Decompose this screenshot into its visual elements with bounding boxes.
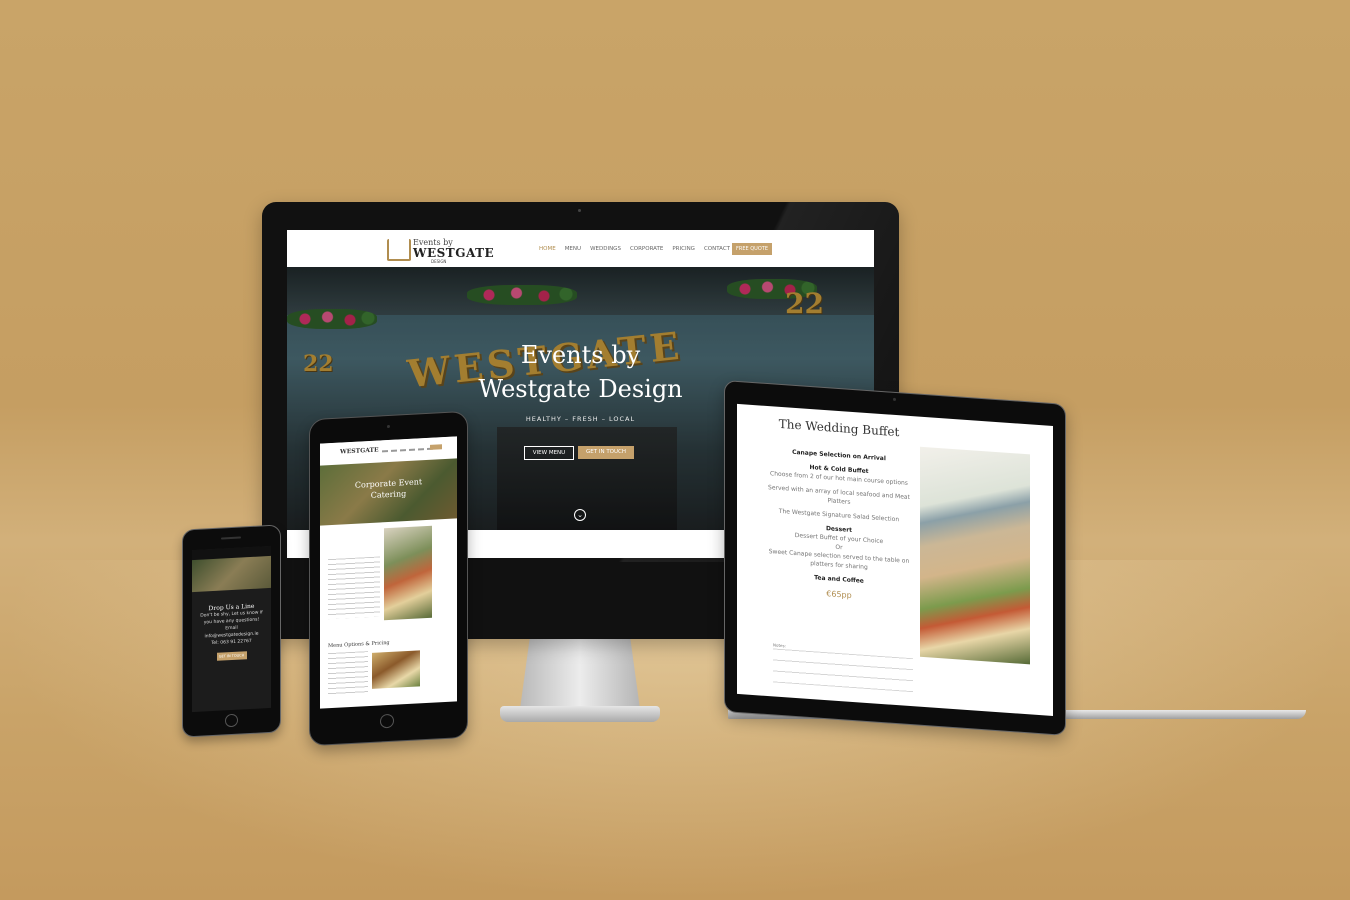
phone-device: Drop Us a Line Don't be shy, Let us know… (182, 524, 281, 738)
nav-pricing[interactable]: PRICING (672, 246, 695, 252)
get-in-touch-button[interactable]: GET IN TOUCH (578, 446, 634, 459)
home-button[interactable] (225, 713, 238, 728)
main-nav: HOME MENU WEDDINGS CORPORATE PRICING CON… (539, 246, 730, 252)
castle-logo-icon (387, 239, 411, 261)
tablet-logo[interactable]: WESTGATE (340, 447, 379, 456)
monitor-stand-base (500, 706, 660, 722)
logo-line3: DESIGN (431, 259, 447, 264)
tablet-device: WESTGATE Corporate Event Catering Menu O… (309, 410, 468, 747)
camera (893, 397, 896, 402)
scroll-down-icon[interactable]: ⌄ (574, 509, 586, 521)
notes-label: Notes: (773, 642, 786, 649)
tablet-hero: Corporate Event Catering (320, 458, 457, 526)
wedding-buffet-title: The Wedding Buffet (778, 416, 900, 440)
logo-line2: WESTGATE (413, 246, 495, 260)
text-block (328, 651, 368, 698)
laptop-device: The Wedding Buffet Canape Selection on A… (724, 380, 1066, 736)
phone-screen: Drop Us a Line Don't be shy, Let us know… (192, 545, 271, 713)
camera (578, 209, 581, 212)
phone-hero-image (192, 555, 271, 593)
food-photo (372, 650, 420, 689)
laptop-screen: The Wedding Buffet Canape Selection on A… (737, 403, 1053, 717)
notes-list (773, 648, 913, 693)
nav-contact[interactable]: CONTACT (704, 246, 730, 252)
monitor-stand (520, 639, 640, 709)
wedding-buffet-photo (920, 446, 1030, 665)
nav-corporate[interactable]: CORPORATE (630, 246, 663, 252)
menu-options-heading: Menu Options & Pricing (328, 639, 390, 650)
text-block (328, 556, 380, 620)
free-quote-button[interactable]: FREE QUOTE (732, 243, 772, 255)
nav-home[interactable]: HOME (539, 246, 556, 252)
home-button[interactable] (380, 713, 394, 729)
tablet-hero-title-line1: Corporate Event (354, 477, 423, 490)
tablet-quote-button[interactable] (430, 444, 442, 450)
food-photo (384, 525, 432, 621)
nav-weddings[interactable]: WEDDINGS (590, 246, 621, 252)
buffet-menu: Canape Selection on Arrival Hot & Cold B… (767, 446, 911, 604)
get-in-touch-button[interactable]: GET IN TOUCH (216, 651, 247, 661)
site-header: Events by WESTGATE DESIGN HOME MENU WEDD… (287, 230, 874, 267)
hero-title-line1: Events by (520, 341, 641, 369)
contact-block: Drop Us a Line Don't be shy, Let us know… (192, 588, 271, 662)
tablet-hero-title-line2: Catering (370, 489, 407, 500)
tablet-nav[interactable] (382, 447, 434, 453)
view-menu-button[interactable]: VIEW MENU (524, 446, 574, 460)
nav-menu[interactable]: MENU (565, 246, 581, 252)
tablet-screen: WESTGATE Corporate Event Catering Menu O… (320, 436, 457, 709)
site-logo[interactable]: Events by WESTGATE DESIGN (387, 236, 494, 264)
tablet-content: Menu Options & Pricing (320, 518, 457, 708)
tablet-hero-title: Corporate Event Catering (320, 474, 457, 503)
speaker (221, 536, 241, 540)
camera (387, 424, 390, 429)
